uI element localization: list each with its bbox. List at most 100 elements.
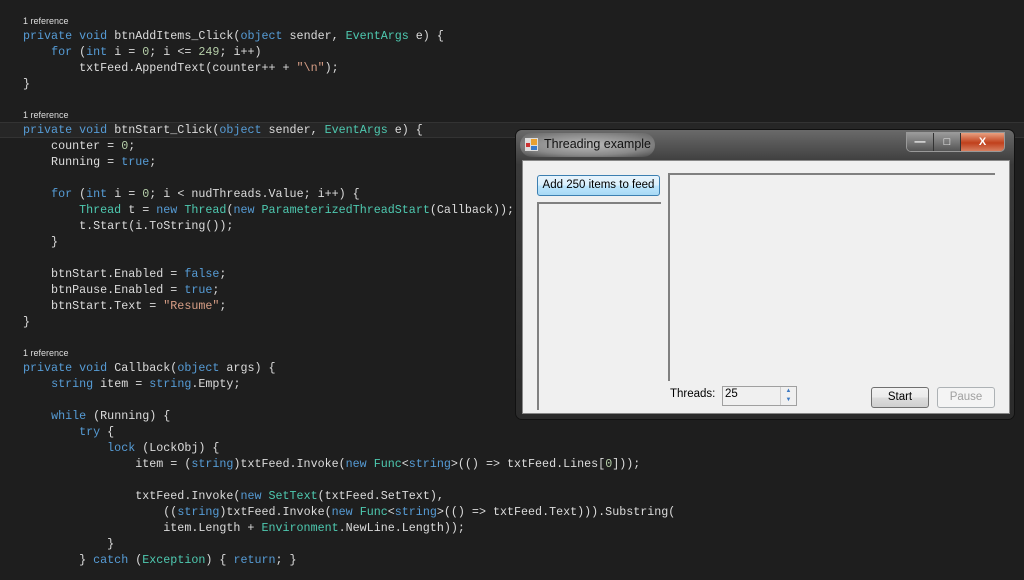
code-token: new [345, 457, 374, 471]
add-items-button[interactable]: Add 250 items to feed [537, 175, 660, 196]
code-token: >(() => txtFeed.Lines[ [450, 457, 606, 471]
code-token: ( [72, 187, 87, 201]
code-token: ; [149, 155, 157, 169]
code-token: string [177, 505, 220, 519]
code-token: } [23, 315, 31, 329]
code-token: btnStart_Click( [114, 123, 220, 137]
code-token: for [51, 45, 73, 59]
code-token: "\n" [296, 61, 325, 75]
code-token: ; [212, 283, 220, 297]
code-token: ); [324, 61, 339, 75]
code-token: Callback( [114, 361, 178, 375]
code-token: 1 reference [23, 16, 69, 26]
code-token: ( [128, 553, 143, 567]
code-token: Running = [23, 155, 122, 169]
code-token: ( [72, 45, 87, 59]
code-token: item = ( [23, 457, 192, 471]
spin-up-icon[interactable]: ▲ [781, 387, 796, 396]
code-token: Exception [142, 553, 206, 567]
code-token: t.Start(i.ToString()); [23, 219, 234, 233]
code-token: string [191, 457, 234, 471]
code-token: e) { [408, 29, 444, 43]
code-token: (LockObj) { [135, 441, 220, 455]
code-line: for (int i = 0; i <= 249; i++) [0, 44, 1024, 60]
code-token: } [23, 537, 115, 551]
app-icon [525, 138, 538, 151]
spin-buttons[interactable]: ▲ ▼ [780, 387, 796, 405]
code-token: ; } [275, 553, 297, 567]
code-token: new [240, 489, 269, 503]
pause-button: Pause [937, 387, 995, 408]
code-token: try [79, 425, 101, 439]
code-token: ])); [612, 457, 641, 471]
code-token: Environment [261, 521, 339, 535]
code-token: .Empty; [191, 377, 241, 391]
code-token: Func [373, 457, 402, 471]
threads-listbox[interactable] [537, 202, 661, 410]
threads-label: Threads: [670, 388, 716, 400]
code-line: item.Length + Environment.NewLine.Length… [0, 520, 1024, 536]
code-token: SetText [268, 489, 318, 503]
code-token: string [394, 505, 437, 519]
code-token: catch [93, 553, 129, 567]
threads-stepper[interactable]: 25 ▲ ▼ [722, 386, 797, 406]
code-token: } [23, 553, 94, 567]
spin-down-icon[interactable]: ▼ [781, 396, 796, 405]
code-line: lock (LockObj) { [0, 440, 1024, 456]
code-token: ; [219, 299, 227, 313]
code-line: } [0, 76, 1024, 92]
code-token: string [51, 377, 94, 391]
code-token: sender, [261, 123, 325, 137]
code-line: } catch (Exception) { return; } [0, 552, 1024, 568]
code-token: new [233, 203, 262, 217]
code-token: ) { [205, 553, 234, 567]
code-line: ((string)txtFeed.Invoke(new Func<string>… [0, 504, 1024, 520]
minimize-button[interactable]: — [907, 133, 934, 151]
window-title: Threading example [544, 137, 652, 151]
code-token: txtFeed.AppendText(counter++ + [23, 61, 297, 75]
feed-textbox[interactable] [668, 173, 995, 381]
code-token: Thread [184, 203, 227, 217]
code-token: EventArgs [324, 123, 388, 137]
close-button[interactable]: X [961, 133, 1004, 151]
code-token: "Resume" [163, 299, 220, 313]
code-token: )txtFeed.Invoke( [219, 505, 332, 519]
code-token: object [219, 123, 262, 137]
threading-example-window: Threading example — □ X Add 250 items to… [516, 130, 1014, 419]
code-line: txtFeed.Invoke(new SetText(txtFeed.SetTe… [0, 488, 1024, 504]
code-token: string [149, 377, 192, 391]
code-token: object [177, 361, 220, 375]
code-token: 1 reference [23, 348, 69, 358]
code-token: (Running) { [86, 409, 171, 423]
code-token: btnStart.Enabled = [23, 267, 185, 281]
code-token: btnPause.Enabled = [23, 283, 185, 297]
threads-value[interactable]: 25 [725, 388, 738, 400]
code-token: 249 [198, 45, 220, 59]
reference-codelens[interactable]: 1 reference [0, 108, 1024, 122]
code-token: object [240, 29, 283, 43]
code-line: } [0, 536, 1024, 552]
code-token: private void [23, 29, 115, 43]
code-token: < [401, 457, 409, 471]
code-token: 1 reference [23, 110, 69, 120]
maximize-button[interactable]: □ [934, 133, 961, 151]
code-token: ; i < nudThreads.Value; i++) { [149, 187, 360, 201]
code-line: txtFeed.AppendText(counter++ + "\n"); [0, 60, 1024, 76]
code-token: ; [128, 139, 136, 153]
reference-codelens[interactable]: 1 reference [0, 14, 1024, 28]
code-token: < [387, 505, 395, 519]
start-button[interactable]: Start [871, 387, 929, 408]
code-token: btnStart.Text = [23, 299, 164, 313]
code-token: args) { [219, 361, 276, 375]
code-line: item = (string)txtFeed.Invoke(new Func<s… [0, 456, 1024, 472]
code-token: new [331, 505, 360, 519]
code-token: Thread [79, 203, 122, 217]
code-token: (Callback)); [429, 203, 515, 217]
code-token: } [23, 77, 31, 91]
